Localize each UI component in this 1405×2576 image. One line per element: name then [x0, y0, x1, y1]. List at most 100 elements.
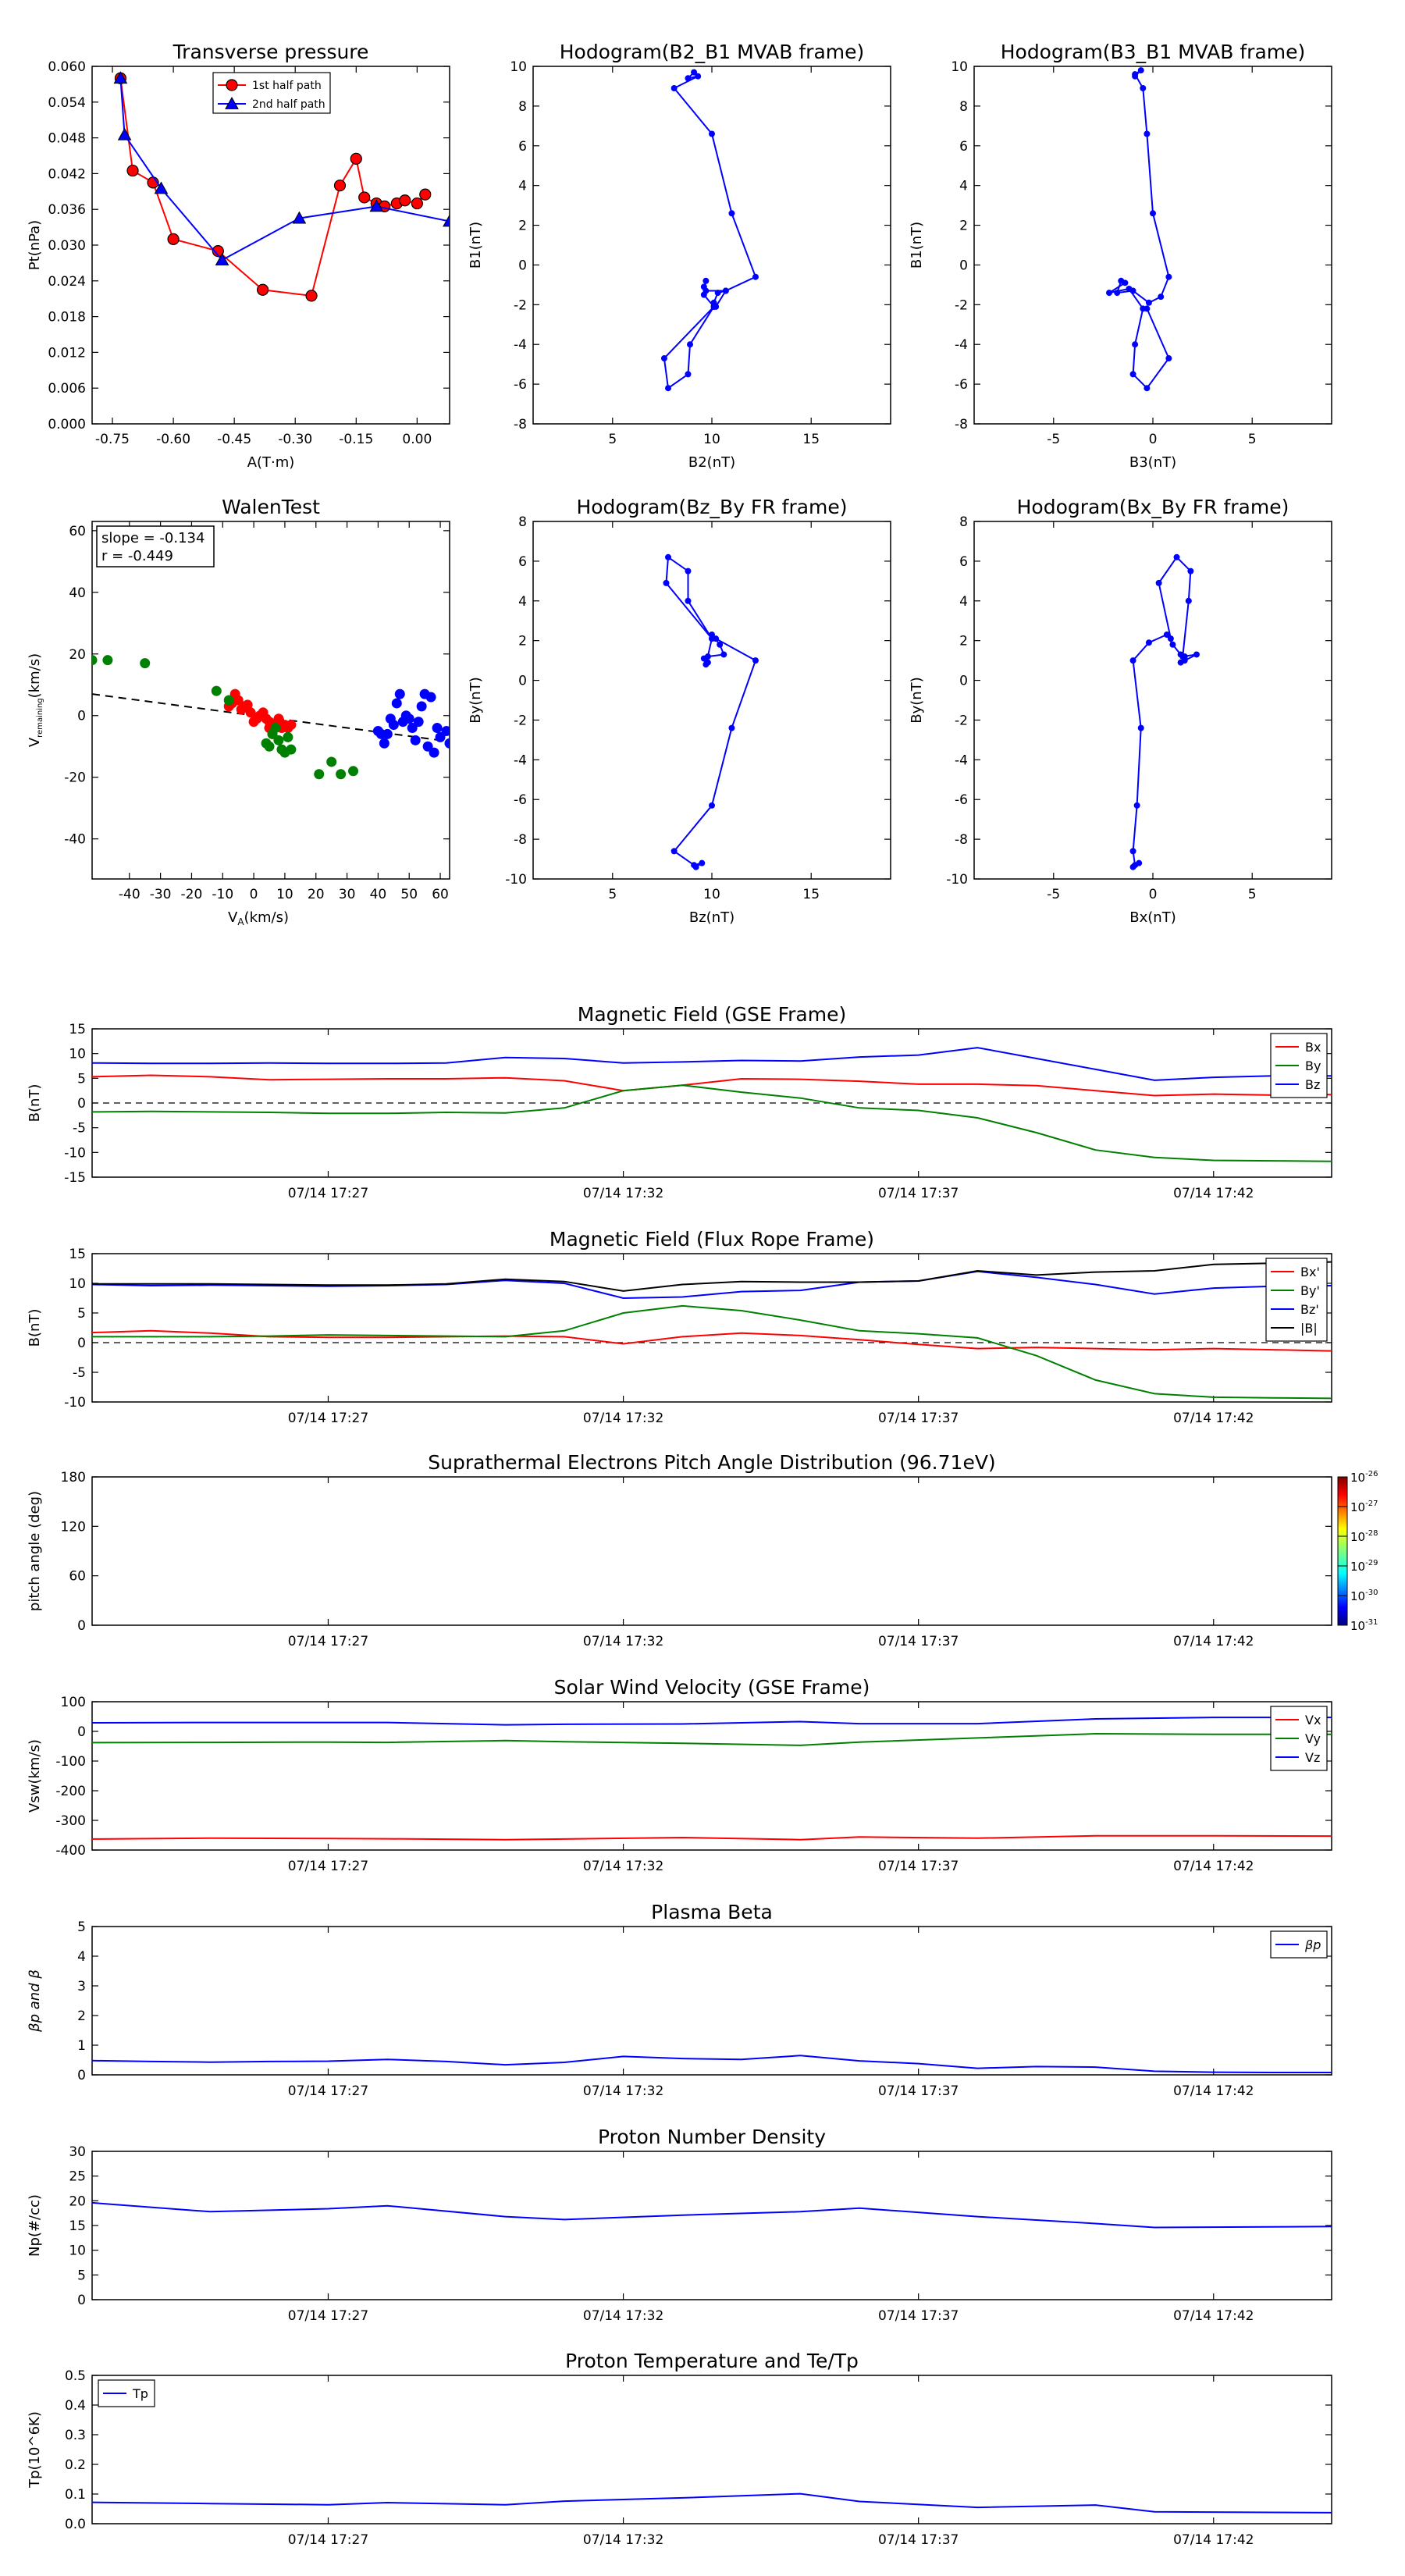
point-series [691, 862, 698, 869]
scatter-point [413, 717, 424, 728]
chart-title: Proton Temperature and Te/Tp [565, 2350, 859, 2372]
plot-frame [91, 2151, 1332, 2300]
y-tick-label: 2 [959, 219, 968, 234]
y-tick-label: 0.4 [65, 2398, 86, 2414]
legend-label: By [1305, 1059, 1321, 1073]
y-tick-label: 0.018 [48, 310, 86, 326]
y-tick-label: 2 [77, 2008, 86, 2024]
y-tick-label: 30 [69, 2144, 86, 2160]
point-series [1145, 639, 1152, 646]
point-series [699, 859, 706, 866]
legend-label: 1st half path [252, 80, 322, 92]
colorbar-exponent: -30 [1365, 1589, 1378, 1597]
x-axis-label: VA(km/s) [228, 909, 289, 927]
x-tick-label: 15 [802, 887, 820, 902]
y-tick-label: 4 [518, 179, 527, 194]
plot-frame [532, 66, 891, 425]
y-tick-label: 4 [518, 594, 527, 610]
x-tick-label: 07/14 17:37 [878, 2532, 959, 2548]
point-series [670, 84, 678, 91]
y-tick-label: 0 [77, 1096, 86, 1112]
x-tick-label: 07/14 17:32 [583, 1411, 663, 1426]
y-tick-label: 180 [61, 1470, 86, 1485]
point-series [1165, 273, 1172, 280]
x-tick-label: -0.45 [217, 432, 251, 447]
chart-sw: Solar Wind Velocity (GSE Frame) -400 -300 -… [27, 1676, 1332, 1874]
x-tick-label: 20 [308, 887, 325, 902]
x-tick-label: 0.00 [402, 432, 432, 447]
x-tick-label: 07/14 17:42 [1173, 1859, 1254, 1874]
y-tick-label: -6 [955, 377, 968, 393]
scatter-point [270, 723, 281, 734]
chart-title: Plasma Beta [651, 1901, 773, 1923]
y-tick-label: 0.3 [65, 2428, 86, 2443]
y-axis-label: Pt(nPa) [27, 220, 43, 270]
x-tick-label: 07/14 17:42 [1173, 1411, 1254, 1426]
point-series [1167, 635, 1174, 642]
chart-title: Hodogram(B3_B1 MVAB frame) [1001, 41, 1306, 63]
chart-pad: Suprathermal Electrons Pitch Angle Distr… [27, 1451, 1378, 1649]
y-tick-label: 0 [77, 2293, 86, 2308]
point-series [702, 661, 710, 668]
point-series [685, 568, 692, 575]
scatter-point [410, 735, 421, 745]
x-tick-label: 07/14 17:32 [583, 1859, 663, 1874]
point-1st-half-path [358, 191, 371, 204]
plot-frame [973, 521, 1332, 880]
y-tick-label: 10 [951, 59, 968, 75]
y-tick-label: 0.048 [48, 131, 86, 147]
x-tick-label: 07/14 17:32 [583, 2532, 663, 2548]
colorbar-label: 10-31 [1350, 1618, 1378, 1633]
point-series [1155, 579, 1162, 586]
annotation-slope: slope = -0.134 [101, 530, 205, 546]
point-series [709, 802, 715, 809]
scatter-point [336, 769, 347, 780]
point-series [1187, 568, 1194, 575]
y-tick-label: -6 [514, 377, 527, 393]
y-axis-label: βp and β [27, 1969, 43, 2033]
scatter-point [211, 685, 222, 696]
y-tick-label: 10 [69, 1276, 86, 1292]
x-axis-label-unit: (km/s) [244, 909, 289, 926]
chart-title: Solar Wind Velocity (GSE Frame) [554, 1676, 870, 1699]
point-series [728, 724, 735, 731]
colorbar [1337, 1476, 1348, 1626]
x-tick-label: 07/14 17:32 [583, 1186, 663, 1201]
x-tick-label: 07/14 17:42 [1173, 2083, 1254, 2099]
legend-label: Tp [132, 2386, 148, 2401]
y-tick-label: 8 [959, 514, 968, 530]
y-tick-label: 0.042 [48, 166, 86, 182]
chart-np: Proton Number Density 0 5 10 15 20 25 30 07/14 1… [27, 2126, 1332, 2324]
point-series [1106, 290, 1113, 297]
x-tick-label: 0 [1149, 887, 1158, 902]
point-series [700, 291, 707, 298]
chart-title: Suprathermal Electrons Pitch Angle Distr… [428, 1451, 995, 1474]
y-tick-label: -2 [514, 713, 527, 728]
legend-label: Bx [1305, 1040, 1321, 1055]
point-series [709, 635, 715, 642]
figure: Transverse pressure0.0000.0060.0120.0180… [27, 41, 1378, 2548]
point-1st-half-path [333, 180, 347, 192]
y-tick-label: 0.054 [48, 95, 86, 111]
point-series [722, 287, 729, 294]
point-series [752, 273, 759, 280]
y-axis-label: B(nT) [27, 1084, 43, 1123]
x-tick-label: 07/14 17:32 [583, 2083, 663, 2099]
x-tick-label: 5 [1248, 887, 1257, 902]
x-tick-label: 10 [276, 887, 293, 902]
scatter-point [273, 713, 284, 724]
legend-label: Vx [1305, 1713, 1321, 1727]
y-tick-label: 8 [518, 514, 527, 530]
y-tick-label: 1 [77, 2038, 86, 2054]
chart-mf_gse: Magnetic Field (GSE Frame) -15 -10 -5 0 5 10 15… [27, 1003, 1332, 1201]
x-tick-label: 5 [608, 887, 617, 902]
x-tick-label: -5 [1047, 887, 1060, 902]
y-axis-label: By(nT) [909, 677, 925, 723]
y-axis-label: B1(nT) [468, 222, 484, 269]
y-tick-label: 0.060 [48, 59, 86, 75]
scatter-point [416, 701, 427, 712]
scatter-point [388, 720, 399, 731]
point-series [685, 597, 692, 604]
chart-mf_fr: Magnetic Field (Flux Rope Frame) -10 -5 0 5 1… [27, 1228, 1332, 1426]
y-tick-label: 0 [518, 258, 527, 273]
